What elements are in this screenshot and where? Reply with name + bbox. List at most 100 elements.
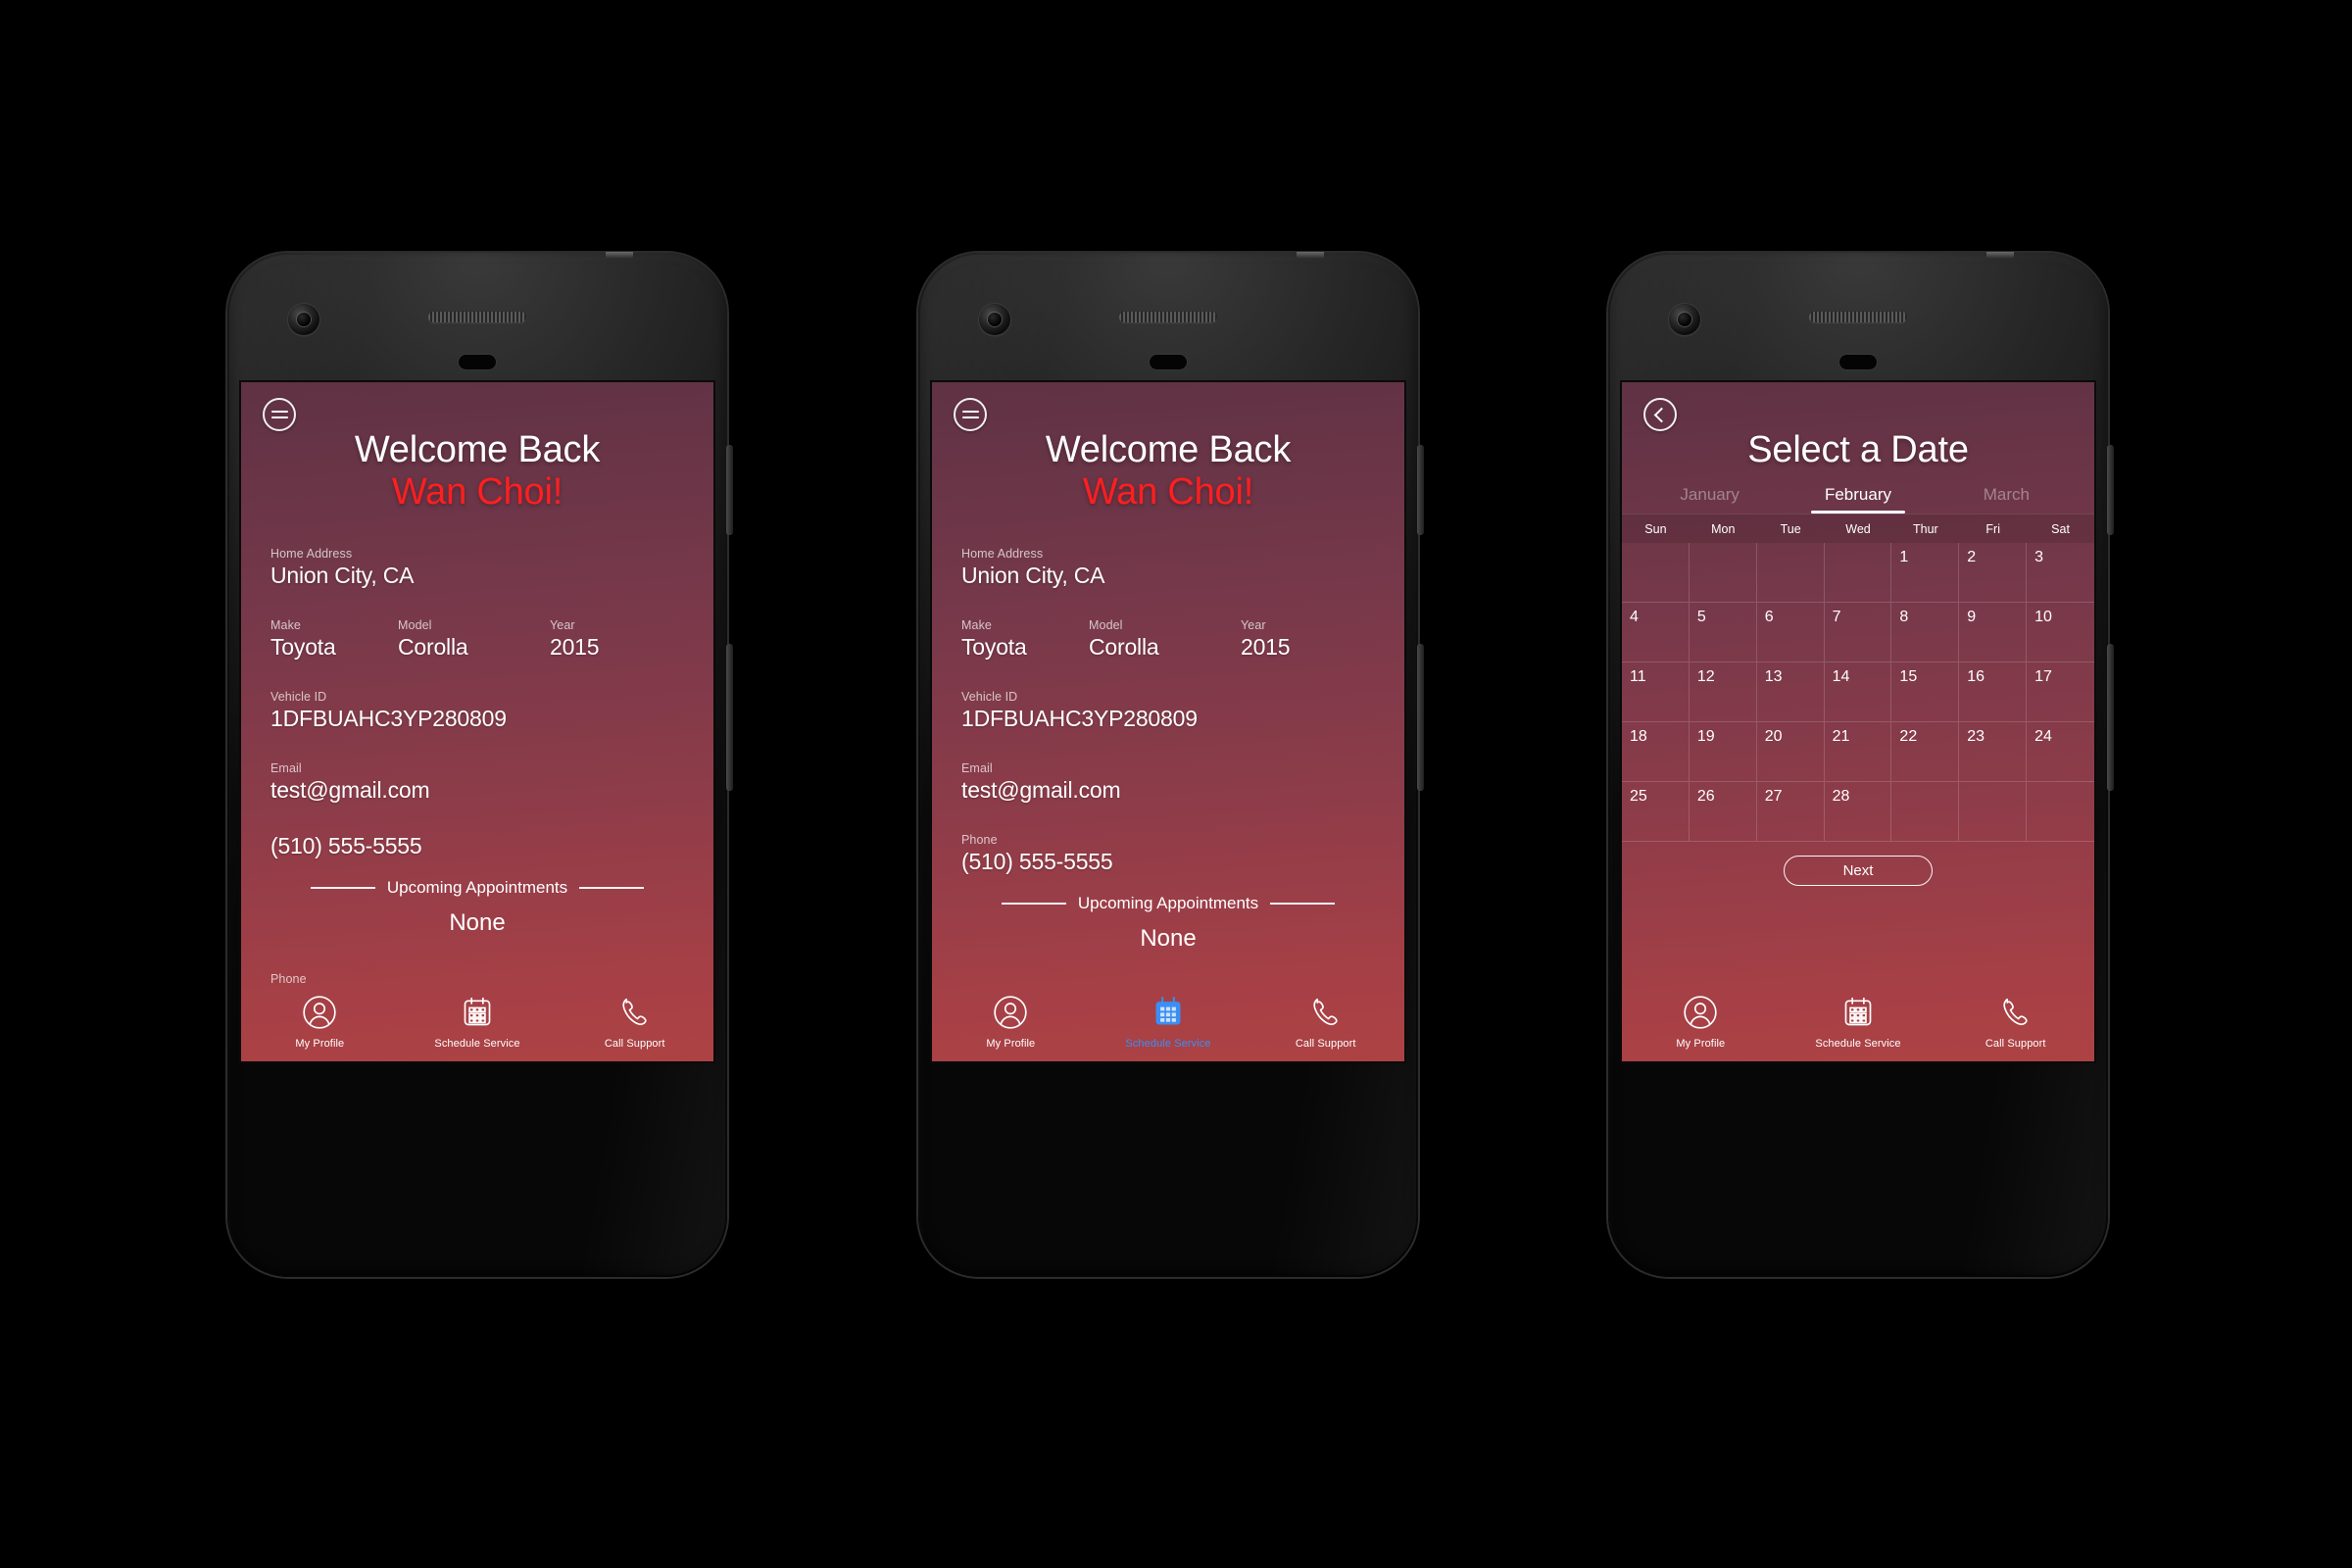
calendar-day-cell[interactable]: 9 [1959,603,2028,662]
welcome-user-name: Wan Choi! [391,470,564,513]
calendar-day-cell[interactable]: 6 [1756,603,1825,662]
calendar-day-cell[interactable]: 12 [1689,662,1757,722]
field-year: Year 2015 [1241,617,1291,662]
calendar-day-cell[interactable]: 20 [1756,722,1825,782]
phone-device-3: Select a Date January February March Sun… [1608,252,2114,1277]
weekday-sun: Sun [1644,522,1667,536]
tab-month-february[interactable]: February [1784,485,1932,514]
calendar-day-cell[interactable]: 24 [2027,722,2094,782]
hamburger-menu-button[interactable] [263,398,296,431]
calendar-day-cell[interactable]: 5 [1689,603,1757,662]
calendar-day-cell[interactable]: 28 [1824,782,1892,842]
calendar-day-cell[interactable]: 22 [1891,722,1960,782]
tab-my-profile[interactable]: My Profile [1622,993,1780,1050]
power-button[interactable] [1417,445,1424,535]
weekday-mon: Mon [1711,522,1736,536]
earpiece-speaker [1119,312,1217,322]
tab-schedule-service[interactable]: Schedule Service [1090,993,1248,1050]
phone-handset-icon [622,998,647,1026]
month-tabs: January February March [1622,485,2094,514]
profile-fields: Home Address Union City, CA Make Toyota … [241,546,713,986]
divider-left [310,887,375,889]
field-email: Email test@gmail.com [270,760,684,805]
calendar-day-cell[interactable]: 1 [1891,543,1960,603]
calendar-day-cell[interactable]: 17 [2027,662,2094,722]
calendar-day-cell[interactable]: 26 [1689,782,1757,842]
email-label: Email [270,761,302,776]
calendar-filled-icon [1155,997,1181,1025]
front-camera-icon [979,304,1010,335]
vehicle-id-value: 1DFBUAHC3YP280809 [961,706,1198,732]
tab-label-schedule-service: Schedule Service [434,1038,520,1050]
flex-spacer [270,937,684,971]
calendar-day-cell[interactable]: 4 [1622,603,1690,662]
calendar-day-cell[interactable]: 21 [1824,722,1892,782]
calendar-day-cell[interactable]: 15 [1891,662,1960,722]
volume-button[interactable] [726,644,733,791]
volume-button[interactable] [2107,644,2114,791]
model-value: Corolla [1089,634,1159,661]
hamburger-menu-button[interactable] [954,398,987,431]
model-value: Corolla [398,634,468,661]
tab-my-profile[interactable]: My Profile [241,993,399,1050]
power-button[interactable] [2107,445,2114,535]
email-label: Email [961,761,993,776]
next-button[interactable]: Next [1784,856,1933,886]
field-home-address: Home Address Union City, CA [961,546,1375,590]
calendar-day-cell[interactable]: 7 [1824,603,1892,662]
proximity-sensor [1839,355,1877,369]
vehicle-row: Make Toyota Model Corolla Year 2015 [961,617,1375,662]
field-vehicle-id: Vehicle ID 1DFBUAHC3YP280809 [961,689,1375,733]
calendar-day-cell[interactable]: 2 [1959,543,2028,603]
tab-label-call-support: Call Support [604,1038,665,1050]
back-button[interactable] [1643,398,1677,431]
welcome-block: Welcome Back Wan Choi! [932,429,1404,513]
appointments-heading: Upcoming Appointments [1077,894,1259,913]
field-year: Year 2015 [550,617,600,662]
calendar-day-cell[interactable]: 3 [2027,543,2094,603]
proximity-sensor [1150,355,1187,369]
screenshot-stage: Welcome Back Wan Choi! Home Address Unio… [0,0,2352,1568]
calendar-day-cell[interactable]: 14 [1824,662,1892,722]
power-button[interactable] [726,445,733,535]
volume-button[interactable] [1417,644,1424,791]
home-address-value: Union City, CA [270,563,415,589]
divider-right [1270,903,1336,905]
calendar-day-cell[interactable]: 8 [1891,603,1960,662]
field-model: Model Corolla [398,617,550,662]
make-value: Toyota [961,634,1027,661]
home-address-value: Union City, CA [961,563,1105,589]
earpiece-speaker [428,312,526,322]
calendar-day-cell[interactable]: 13 [1756,662,1825,722]
tab-schedule-service[interactable]: Schedule Service [399,993,557,1050]
tab-label-my-profile: My Profile [1676,1038,1726,1050]
tab-month-january[interactable]: January [1636,485,1784,514]
calendar-day-cell[interactable]: 16 [1959,662,2028,722]
hamburger-icon [270,408,288,422]
calendar-day-cell[interactable]: 25 [1622,782,1690,842]
screen-profile-2: Welcome Back Wan Choi! Home Address Unio… [932,382,1404,1061]
tab-call-support[interactable]: Call Support [1936,993,2094,1050]
calendar-day-cell[interactable]: 10 [2027,603,2094,662]
calendar-day-cell[interactable]: 11 [1622,662,1690,722]
calendar-cell-empty [1891,782,1960,842]
tab-my-profile[interactable]: My Profile [932,993,1090,1050]
make-value: Toyota [270,634,336,661]
tab-call-support[interactable]: Call Support [556,993,713,1050]
calendar-day-cell[interactable]: 19 [1689,722,1757,782]
weekday-wed: Wed [1845,522,1871,536]
calendar-day-cell[interactable]: 23 [1959,722,2028,782]
welcome-line-1: Welcome Back [1045,429,1292,470]
calendar-day-cell[interactable]: 27 [1756,782,1825,842]
calendar-day-cell[interactable]: 18 [1622,722,1690,782]
appointments-value: None [1140,925,1197,953]
phone-label: Phone [961,833,998,848]
bottom-tab-bar-3: My Profile Schedule Service Call Support [1622,985,2094,1061]
tab-schedule-service[interactable]: Schedule Service [1780,993,1937,1050]
appointments-heading: Upcoming Appointments [386,877,568,897]
year-label: Year [550,618,575,633]
calendar-cell-empty [2027,782,2094,842]
tab-month-march[interactable]: March [1933,485,2081,514]
tab-label-schedule-service: Schedule Service [1125,1038,1211,1050]
tab-call-support[interactable]: Call Support [1247,993,1404,1050]
